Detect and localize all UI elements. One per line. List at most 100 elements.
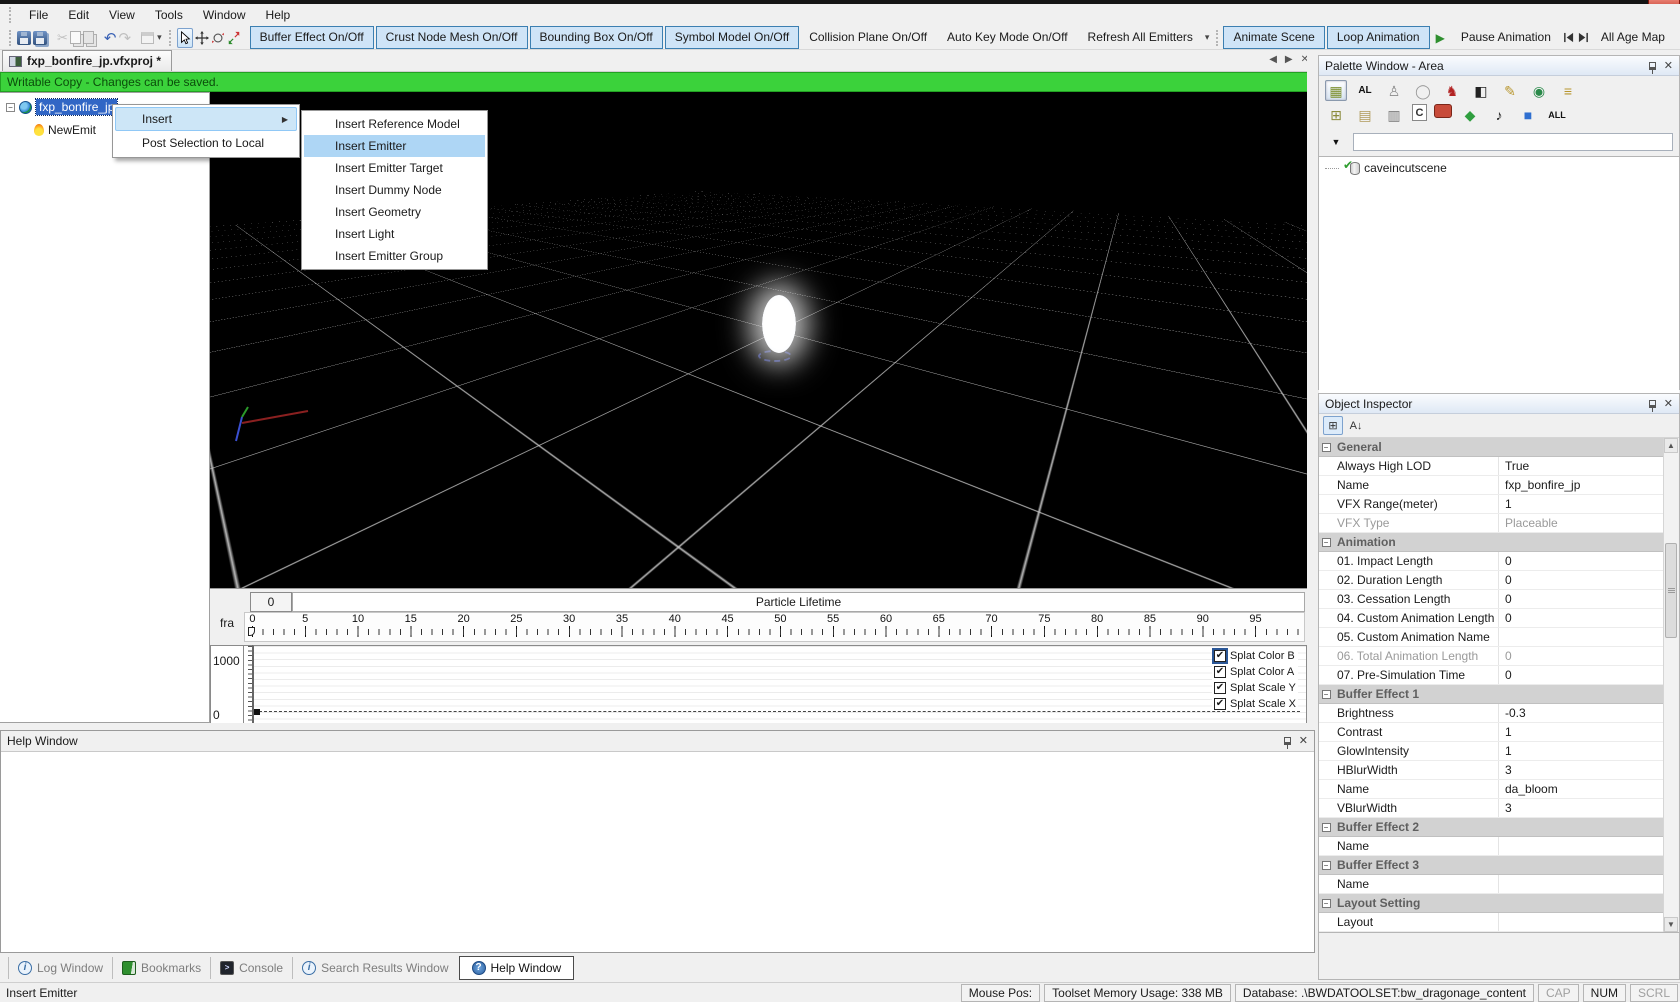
creature-icon[interactable]: ♞ <box>1441 80 1463 101</box>
property-row[interactable]: Brightness -0.3 <box>1319 704 1664 723</box>
play-button[interactable]: ▶ <box>1430 31 1451 45</box>
property-value[interactable]: fxp_bonfire_jp <box>1499 476 1664 494</box>
property-value[interactable]: 0 <box>1499 590 1664 608</box>
property-row[interactable]: Name fxp_bonfire_jp <box>1319 476 1664 495</box>
rock-icon[interactable] <box>1434 104 1452 118</box>
submenu-item[interactable]: Insert Emitter <box>304 135 485 157</box>
bottom-tab[interactable]: i Log Window <box>8 957 112 979</box>
music-note-icon[interactable]: ♪ <box>1488 104 1510 125</box>
cut-icon[interactable]: ✂ <box>57 28 68 48</box>
category-collapse-icon[interactable]: − <box>1322 861 1331 870</box>
context-menu-item[interactable]: Insert ▶ <box>115 107 297 131</box>
menu-item[interactable]: Window <box>193 5 256 25</box>
property-row[interactable]: VFX Range(meter) 1 <box>1319 495 1664 514</box>
categorized-view-icon[interactable]: ⊞ <box>1323 416 1343 435</box>
sort-alphabetical-icon[interactable]: A↓ <box>1346 416 1366 435</box>
refresh-dropdown-icon[interactable]: ▾ <box>1205 32 1210 43</box>
bottom-tab[interactable]: i Search Results Window <box>292 957 457 979</box>
property-value[interactable]: 0 <box>1499 647 1664 665</box>
property-row[interactable]: VFX Type Placeable <box>1319 514 1664 533</box>
toggle-button[interactable]: Bounding Box On/Off <box>530 26 663 49</box>
legend-checkbox[interactable]: ✔ <box>1214 682 1226 694</box>
collapse-icon[interactable]: − <box>6 103 15 112</box>
skip-to-end-icon[interactable] <box>1577 28 1590 48</box>
property-value[interactable]: 0 <box>1499 552 1664 570</box>
contract-icon[interactable]: C <box>1412 104 1427 121</box>
submenu-item[interactable]: Insert Light <box>304 223 485 245</box>
property-row[interactable]: 07. Pre-Simulation Time 0 <box>1319 666 1664 685</box>
property-value[interactable] <box>1499 875 1664 893</box>
menu-item[interactable]: Tools <box>145 5 193 25</box>
animation-button[interactable]: Animate Scene <box>1223 26 1324 49</box>
toggle-button[interactable]: Buffer Effect On/Off <box>250 26 374 49</box>
property-row[interactable]: HBlurWidth 3 <box>1319 761 1664 780</box>
property-value[interactable] <box>1419 818 1664 836</box>
tab-scroll-right-icon[interactable]: ▶ <box>1285 54 1293 65</box>
toggle-button[interactable]: Symbol Model On/Off <box>665 26 800 49</box>
palette-item-label[interactable]: caveincutscene <box>1364 161 1447 175</box>
coins-icon[interactable]: ≡ <box>1557 80 1579 101</box>
close-panel-icon[interactable]: ✕ <box>1664 61 1673 71</box>
property-row[interactable]: 01. Impact Length 0 <box>1319 552 1664 571</box>
category-collapse-icon[interactable]: − <box>1322 823 1331 832</box>
menu-item[interactable]: Help <box>256 5 301 25</box>
submenu-item[interactable]: Insert Reference Model <box>304 113 485 135</box>
curve-key-handle[interactable] <box>254 709 260 715</box>
property-value[interactable]: True <box>1499 457 1664 475</box>
legend-checkbox[interactable]: ✔ <box>1214 650 1226 662</box>
property-row[interactable]: VBlurWidth 3 <box>1319 799 1664 818</box>
property-row[interactable]: 06. Total Animation Length 0 <box>1319 647 1664 666</box>
pin-icon[interactable] <box>1284 737 1291 745</box>
submenu-item[interactable]: Insert Geometry <box>304 201 485 223</box>
property-row[interactable]: Name <box>1319 837 1664 856</box>
palette-filter-dropdown-icon[interactable]: ▼ <box>1325 134 1347 151</box>
paste-icon[interactable] <box>83 28 94 48</box>
property-value[interactable]: 3 <box>1499 761 1664 779</box>
globe-icon[interactable]: ◉ <box>1528 80 1550 101</box>
bottom-tab[interactable]: > Console <box>210 957 292 979</box>
property-row[interactable]: Contrast 1 <box>1319 723 1664 742</box>
property-value[interactable] <box>1499 913 1664 931</box>
context-menu-item[interactable]: Post Selection to Local <box>115 131 297 155</box>
property-row[interactable]: 04. Custom Animation Length 0 <box>1319 609 1664 628</box>
scrollbar-thumb[interactable] <box>1665 543 1677 638</box>
property-row[interactable]: 03. Cessation Length 0 <box>1319 590 1664 609</box>
undo-icon[interactable]: ↶ <box>104 28 117 48</box>
palette-list-item[interactable]: ✔ caveincutscene <box>1321 161 1677 175</box>
speech-bubble-icon[interactable]: ◯ <box>1412 80 1434 101</box>
save-all-icon[interactable] <box>33 28 47 48</box>
toolbar-button[interactable]: Auto Key Mode On/Off <box>937 26 1078 49</box>
scroll-down-icon[interactable]: ▼ <box>1664 917 1678 932</box>
property-value[interactable] <box>1396 533 1664 551</box>
menu-item[interactable]: Edit <box>58 5 99 25</box>
area-book-icon[interactable]: ▦ <box>1325 80 1347 101</box>
all-label-icon[interactable]: ALL <box>1546 104 1568 125</box>
select-tool-icon[interactable] <box>177 28 193 48</box>
property-row[interactable]: − Buffer Effect 3 <box>1319 856 1664 875</box>
property-row[interactable]: GlowIntensity 1 <box>1319 742 1664 761</box>
property-row[interactable]: 05. Custom Animation Name <box>1319 628 1664 647</box>
properties-dropdown-icon[interactable]: ▾ <box>157 32 162 43</box>
toolbar-grip[interactable] <box>1216 30 1218 46</box>
toolbar-grip[interactable] <box>169 30 171 46</box>
scale-tool-icon[interactable] <box>227 28 241 48</box>
pause-animation-button[interactable]: Pause Animation <box>1451 26 1561 49</box>
property-value[interactable]: 0 <box>1499 609 1664 627</box>
property-row[interactable]: Name <box>1319 875 1664 894</box>
property-value[interactable]: 3 <box>1499 799 1664 817</box>
inspector-scrollbar[interactable]: ▲ ▼ <box>1663 438 1678 932</box>
document-tab[interactable]: fxp_bonfire_jp.vfxproj * <box>2 50 172 71</box>
property-row[interactable]: − Animation <box>1319 533 1664 552</box>
property-row[interactable]: Layout <box>1319 913 1664 932</box>
save-icon[interactable] <box>17 28 31 48</box>
category-collapse-icon[interactable]: − <box>1322 690 1331 699</box>
property-value[interactable]: -0.3 <box>1499 704 1664 722</box>
toggle-button[interactable]: Crust Node Mesh On/Off <box>376 26 528 49</box>
submenu-item[interactable]: Insert Emitter Target <box>304 157 485 179</box>
gem-icon[interactable]: ◆ <box>1459 104 1481 125</box>
curve-editor[interactable]: ✔ Splat Color B ✔ Splat Color A ✔ Splat … <box>252 645 1307 724</box>
menu-item[interactable]: File <box>19 5 58 25</box>
properties-icon[interactable] <box>141 28 154 48</box>
property-row[interactable]: − General <box>1319 438 1664 457</box>
property-value[interactable] <box>1382 438 1664 456</box>
